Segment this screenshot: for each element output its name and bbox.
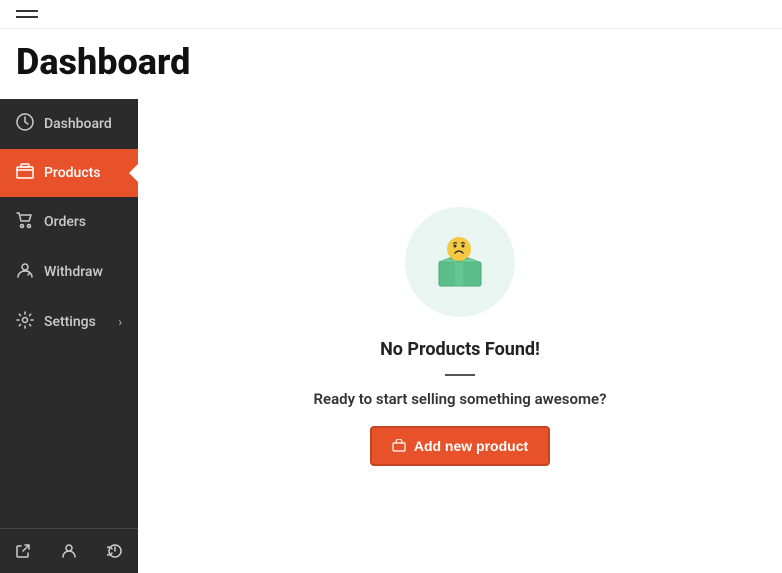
dashboard-icon: [16, 113, 34, 135]
page-header: Dashboard: [0, 29, 782, 99]
page-title: Dashboard: [16, 41, 766, 83]
user-profile-button[interactable]: [46, 529, 92, 573]
sidebar-item-orders-label: Orders: [44, 214, 86, 230]
divider: [445, 374, 475, 376]
add-product-button-label: Add new product: [414, 438, 528, 454]
sidebar-item-products-label: Products: [44, 165, 101, 181]
main-content: No Products Found! Ready to start sellin…: [138, 99, 782, 573]
sidebar: Dashboard Products Orders: [0, 99, 138, 573]
sidebar-item-dashboard[interactable]: Dashboard: [0, 99, 138, 149]
sidebar-item-settings[interactable]: Settings ›: [0, 297, 138, 347]
empty-subtitle: Ready to start selling something awesome…: [314, 390, 607, 408]
sidebar-item-settings-label: Settings: [44, 314, 96, 330]
external-link-button[interactable]: [0, 529, 46, 573]
products-icon: [16, 163, 34, 183]
withdraw-icon: [16, 261, 34, 283]
chevron-down-icon: ›: [118, 315, 122, 329]
top-bar: [0, 0, 782, 29]
sidebar-item-withdraw-label: Withdraw: [44, 264, 103, 280]
sidebar-item-dashboard-label: Dashboard: [44, 116, 112, 132]
logout-button[interactable]: [92, 529, 138, 573]
settings-icon: [16, 311, 34, 333]
empty-title: No Products Found!: [380, 339, 540, 360]
sidebar-item-withdraw[interactable]: Withdraw: [0, 247, 138, 297]
sidebar-bottom-icons: [0, 528, 138, 573]
active-arrow: [129, 163, 139, 183]
empty-illustration: [405, 207, 515, 317]
add-product-button[interactable]: Add new product: [370, 426, 550, 466]
menu-button[interactable]: [16, 10, 38, 18]
sidebar-item-products[interactable]: Products: [0, 149, 138, 197]
orders-icon: [16, 211, 34, 233]
main-layout: Dashboard Products Orders: [0, 99, 782, 573]
empty-state: No Products Found! Ready to start sellin…: [314, 207, 607, 466]
sidebar-item-orders[interactable]: Orders: [0, 197, 138, 247]
